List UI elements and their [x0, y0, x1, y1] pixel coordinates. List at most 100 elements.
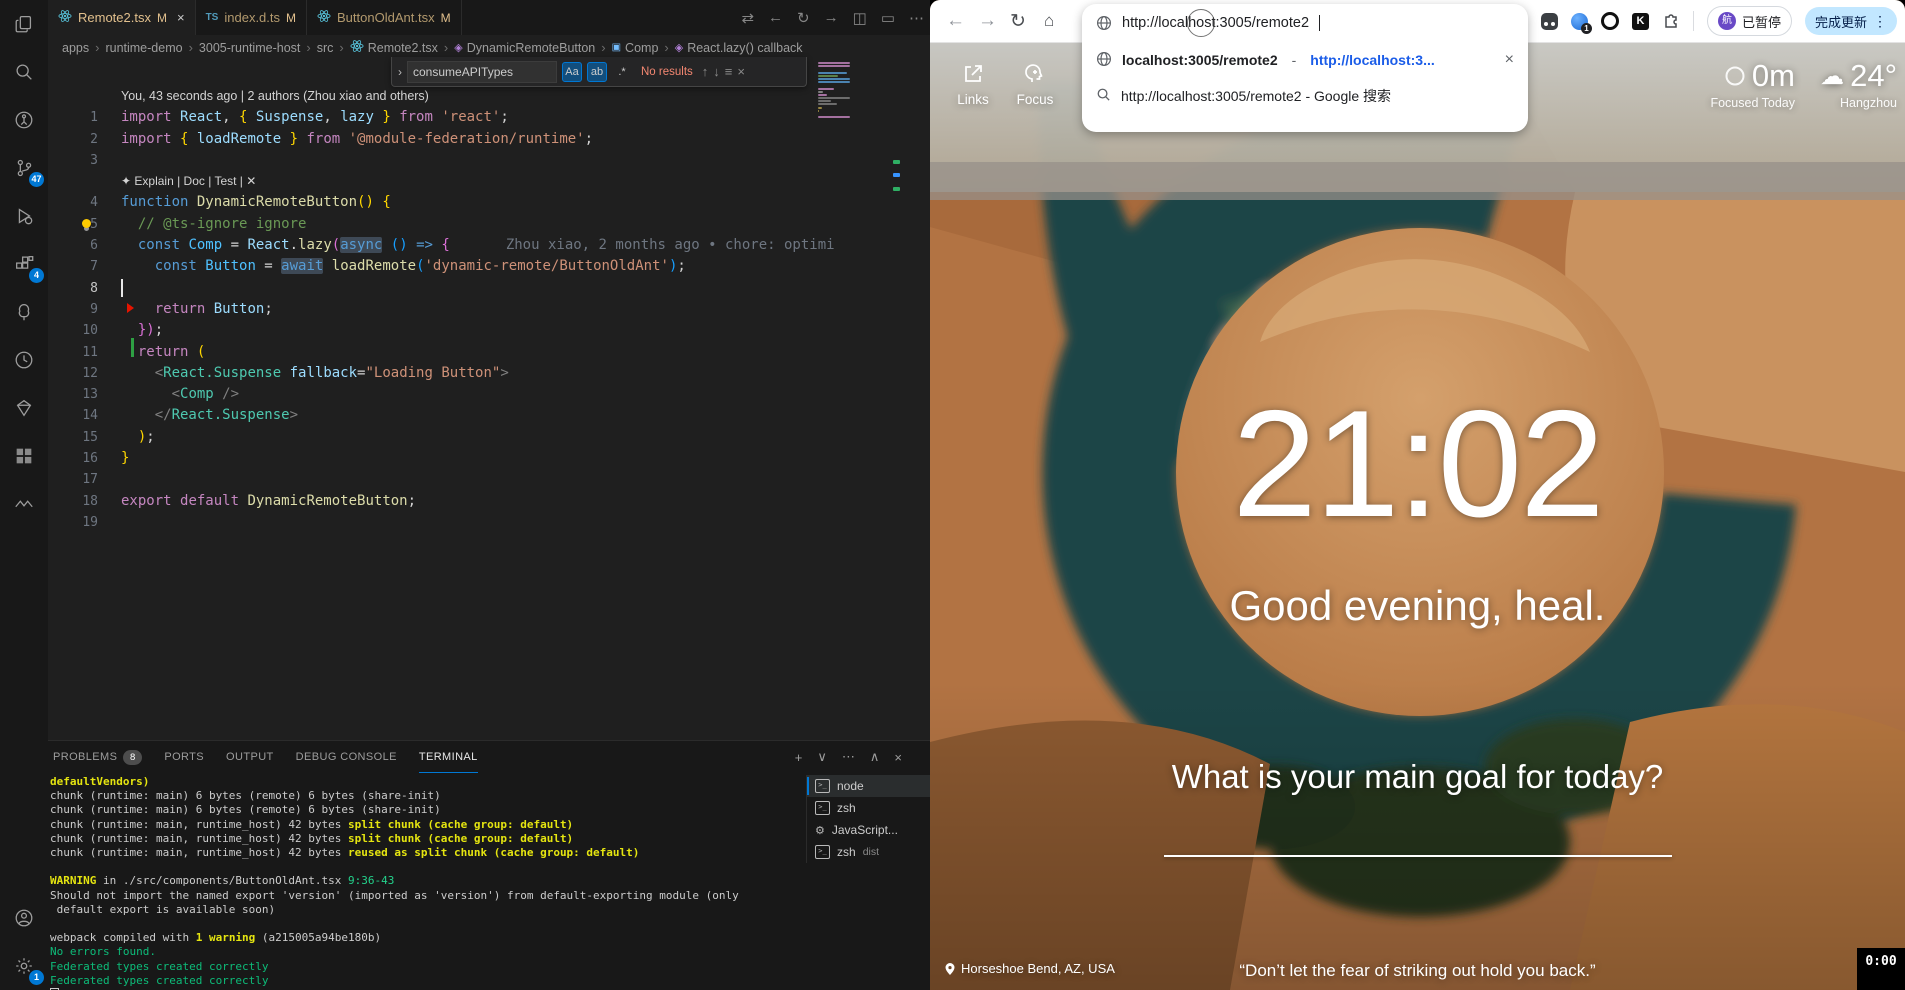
weather-widget[interactable]: ☁24° Hangzhou: [1820, 58, 1897, 110]
focus-button[interactable]: Focus: [1006, 62, 1064, 107]
code-line-14[interactable]: 14 </React.Suspense>: [48, 405, 930, 426]
code-line-7[interactable]: 7 const Button = await loadRemote('dynam…: [48, 256, 930, 277]
url-field[interactable]: http://localhost:3005/remote2: [1082, 4, 1528, 42]
panel-tab-output[interactable]: OUTPUT: [226, 741, 274, 773]
panel-maximize-icon[interactable]: ∧: [870, 749, 880, 765]
links-button[interactable]: Links: [944, 62, 1002, 107]
refresh-icon[interactable]: ↻: [797, 9, 810, 27]
browser-forward-icon[interactable]: →: [978, 0, 997, 42]
code-line-19[interactable]: 19: [48, 512, 930, 533]
extension-k-icon[interactable]: K: [1632, 13, 1649, 30]
focused-today-widget[interactable]: 0m Focused Today: [1710, 58, 1795, 110]
code-line-13[interactable]: 13 <Comp />: [48, 384, 930, 405]
remote-explorer-icon[interactable]: [0, 96, 48, 144]
panel-close-icon[interactable]: ×: [894, 750, 902, 765]
run-debug-icon[interactable]: [0, 192, 48, 240]
breadcrumb-item[interactable]: apps: [62, 41, 89, 55]
tab-close-icon[interactable]: ×: [177, 10, 185, 25]
code-line-10[interactable]: 10 });: [48, 320, 930, 341]
grid-view-icon[interactable]: [0, 432, 48, 480]
find-input[interactable]: [407, 61, 557, 83]
terminal-dropdown-icon[interactable]: ∨: [817, 749, 827, 765]
tree-view-icon[interactable]: [0, 288, 48, 336]
custom-view-icon[interactable]: [0, 384, 48, 432]
codelens[interactable]: ✦ Explain | Doc | Test | ✕: [48, 171, 930, 192]
editor-tab-Remote2.tsx[interactable]: Remote2.tsxM×: [48, 0, 196, 35]
extension-dark-icon[interactable]: [1541, 13, 1558, 30]
panel-tab-problems[interactable]: PROBLEMS8: [53, 741, 142, 773]
open-changes-icon[interactable]: ⇄: [741, 9, 754, 27]
panel-tab-terminal[interactable]: TERMINAL: [419, 741, 478, 773]
extension-ring-icon[interactable]: [1601, 12, 1619, 30]
terminal-session-zsh[interactable]: >_zsh: [807, 797, 930, 819]
search-icon[interactable]: [0, 48, 48, 96]
code-line-4[interactable]: 4function DynamicRemoteButton() {: [48, 192, 930, 213]
browser-home-icon[interactable]: ⌂: [1044, 0, 1054, 42]
terminal-session-zsh[interactable]: >_zshdist: [807, 841, 930, 863]
code-line-3[interactable]: 3: [48, 150, 930, 171]
code-line-1[interactable]: 1import React, { Suspense, lazy } from '…: [48, 107, 930, 128]
find-previous-icon[interactable]: ↑: [702, 64, 709, 79]
find-close-icon[interactable]: ×: [737, 64, 745, 79]
url-text[interactable]: http://localhost:3005/remote2: [1122, 15, 1309, 31]
paused-extension-pill[interactable]: 航 已暂停: [1707, 6, 1792, 36]
lightbulb-icon[interactable]: [82, 219, 91, 228]
find-in-selection-icon[interactable]: ≡: [725, 64, 733, 79]
code-line-9[interactable]: 9 return Button;: [48, 299, 930, 320]
code-line-8[interactable]: 8: [48, 278, 930, 299]
breadcrumb-item[interactable]: src: [317, 41, 334, 55]
panel-more-icon[interactable]: ⋯: [842, 749, 855, 765]
code-line-16[interactable]: 16}: [48, 448, 930, 469]
settings-gear-icon[interactable]: 1: [0, 942, 48, 990]
timeline-view-icon[interactable]: [0, 336, 48, 384]
find-expand-icon[interactable]: ›: [398, 65, 402, 79]
finish-update-button[interactable]: 完成更新 ⋮: [1805, 7, 1897, 35]
code-line-15[interactable]: 15 );: [48, 427, 930, 448]
account-icon[interactable]: [0, 894, 48, 942]
breadcrumb-item[interactable]: ◈DynamicRemoteButton: [454, 41, 595, 55]
extensions-icon[interactable]: 4: [0, 240, 48, 288]
panel-tab-ports[interactable]: PORTS: [164, 741, 204, 773]
toggle-panel-icon[interactable]: ▭: [881, 9, 895, 27]
code-line-2[interactable]: 2import { loadRemote } from '@module-fed…: [48, 129, 930, 150]
minimap[interactable]: [818, 62, 852, 123]
forward-icon[interactable]: →: [824, 9, 839, 26]
browser-reload-icon[interactable]: ↻: [1010, 0, 1026, 42]
editor-tab-ButtonOldAnt.tsx[interactable]: ButtonOldAnt.tsxM: [307, 0, 462, 35]
whole-word-toggle[interactable]: ab: [587, 62, 607, 82]
waves-view-icon[interactable]: [0, 480, 48, 528]
breadcrumb-item[interactable]: ◈React.lazy() callback: [675, 41, 803, 55]
suggestion-search[interactable]: http://localhost:3005/remote2 - Google 搜…: [1082, 78, 1528, 114]
code-line-11[interactable]: 11 return (: [48, 342, 930, 363]
code-line-12[interactable]: 12 <React.Suspense fallback="Loading But…: [48, 363, 930, 384]
split-editor-icon[interactable]: ◫: [853, 9, 867, 27]
new-terminal-icon[interactable]: +: [795, 750, 803, 765]
code-line-18[interactable]: 18export default DynamicRemoteButton;: [48, 491, 930, 512]
back-icon[interactable]: ←: [768, 9, 783, 26]
terminal-session-node[interactable]: >_node: [807, 775, 930, 797]
extension-globe-icon[interactable]: 1: [1571, 13, 1588, 30]
terminal-output[interactable]: defaultVendors)chunk (runtime: main) 6 b…: [50, 775, 804, 990]
more-actions-icon[interactable]: ⋯: [909, 9, 924, 27]
breadcrumb-item[interactable]: Remote2.tsx: [350, 39, 438, 56]
panel-tab-debug-console[interactable]: DEBUG CONSOLE: [296, 741, 397, 773]
regex-toggle[interactable]: .*: [612, 62, 632, 82]
breadcrumb-item[interactable]: ▣Comp: [612, 41, 659, 55]
source-control-icon[interactable]: 47: [0, 144, 48, 192]
code-editor[interactable]: You, 43 seconds ago | 2 authors (Zhou xi…: [48, 60, 930, 740]
find-next-icon[interactable]: ↓: [713, 64, 720, 79]
browser-menu-icon[interactable]: ⋮: [1873, 13, 1887, 30]
breadcrumb-item[interactable]: 3005-runtime-host: [199, 41, 300, 55]
browser-back-icon[interactable]: ←: [946, 0, 965, 42]
terminal-session-JavaScript...[interactable]: ⚙JavaScript...: [807, 819, 930, 841]
code-line-6[interactable]: 6 const Comp = React.lazy(async () => {Z…: [48, 235, 930, 256]
explorer-icon[interactable]: [0, 0, 48, 48]
extensions-puzzle-icon[interactable]: [1662, 12, 1680, 30]
code-line-17[interactable]: 17: [48, 469, 930, 490]
match-case-toggle[interactable]: Aa: [562, 62, 582, 82]
breadcrumb-item[interactable]: runtime-demo: [105, 41, 182, 55]
goal-input[interactable]: [1164, 855, 1672, 857]
editor-tab-index.d.ts[interactable]: TSindex.d.tsM: [196, 0, 307, 35]
suggestion-site[interactable]: localhost:3005/remote2-http://localhost:…: [1082, 42, 1528, 78]
remove-suggestion-icon[interactable]: ×: [1505, 51, 1514, 69]
